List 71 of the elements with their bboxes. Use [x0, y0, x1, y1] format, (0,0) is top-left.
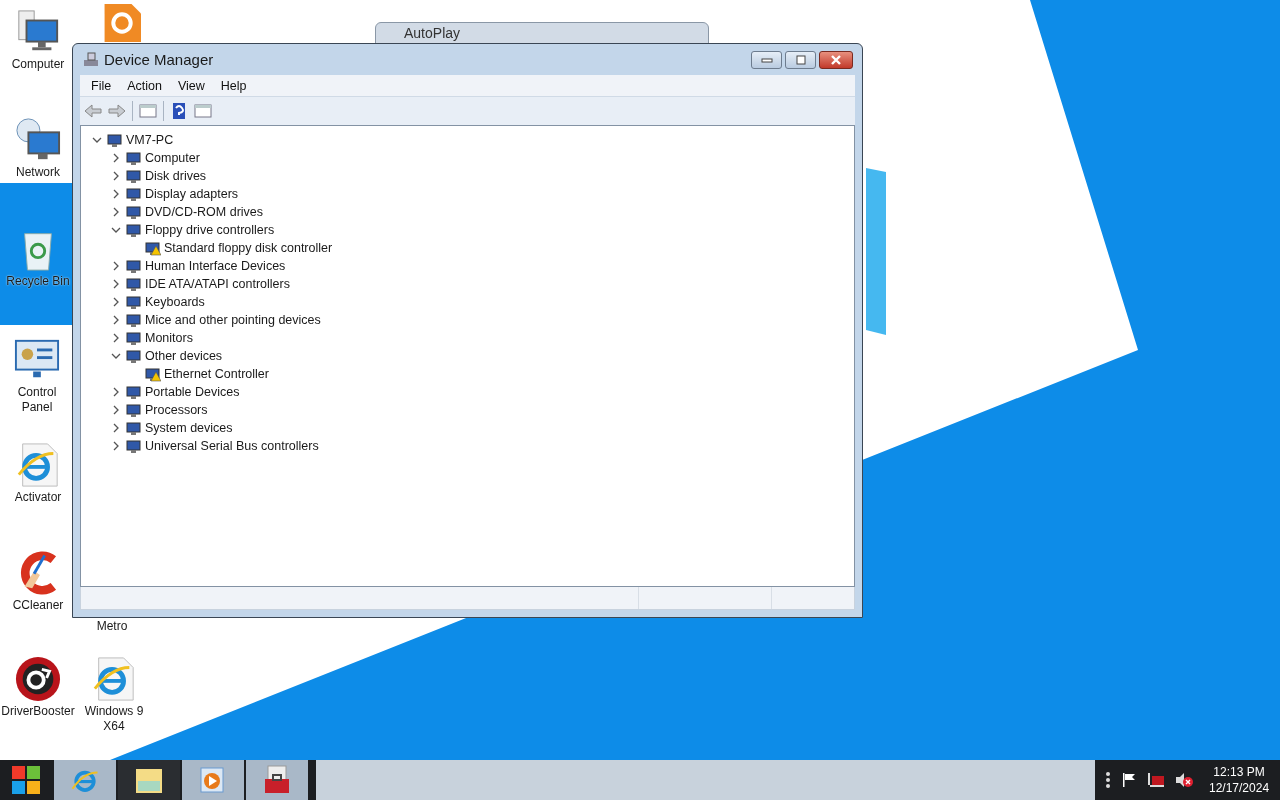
- menu-item[interactable]: File: [84, 76, 119, 95]
- menu-item[interactable]: View: [170, 76, 212, 95]
- window-title: AutoPlay: [404, 25, 461, 41]
- tree-item[interactable]: Ethernet Controller: [164, 367, 269, 381]
- gear-icon[interactable]: [15, 656, 61, 702]
- tree-item[interactable]: Display adapters: [145, 187, 239, 201]
- chevron-icon[interactable]: [112, 297, 120, 307]
- chevron-icon[interactable]: [112, 315, 120, 325]
- network-icon[interactable]: [1147, 772, 1165, 788]
- help-icon[interactable]: [170, 103, 188, 119]
- icon-label[interactable]: Network: [16, 165, 60, 180]
- icon-label[interactable]: Computer: [11, 57, 65, 72]
- tree-item[interactable]: Floppy drive controllers: [145, 223, 275, 237]
- flag-icon[interactable]: [1121, 772, 1137, 788]
- tree-item[interactable]: Portable Devices: [145, 385, 240, 399]
- chevron-icon[interactable]: [112, 261, 120, 271]
- folder-button[interactable]: [118, 760, 180, 800]
- chevron-icon[interactable]: [112, 441, 120, 451]
- windows-logo-icon: [11, 765, 41, 795]
- chevron-icon[interactable]: [112, 153, 120, 163]
- chevron-icon[interactable]: [111, 352, 121, 360]
- tree-item[interactable]: Other devices: [145, 349, 223, 363]
- clock-time[interactable]: 12:13 PM: [1213, 764, 1265, 780]
- chevron-icon[interactable]: [112, 189, 120, 199]
- tree-item[interactable]: IDE ATA/ATAPI controllers: [145, 277, 290, 291]
- chevron-icon[interactable]: [112, 171, 120, 181]
- browser-icon[interactable]: [91, 656, 137, 702]
- icon-label[interactable]: Metro: [96, 619, 128, 634]
- tree-item[interactable]: Computer: [145, 151, 200, 165]
- chevron-icon[interactable]: [112, 207, 120, 217]
- chevron-icon[interactable]: [112, 279, 120, 289]
- tree-item[interactable]: Monitors: [145, 331, 193, 345]
- close-button[interactable]: [819, 50, 853, 69]
- maximize-button[interactable]: [785, 50, 816, 69]
- tree-item[interactable]: Keyboards: [145, 295, 205, 309]
- chevron-icon[interactable]: [111, 226, 121, 234]
- icon-label[interactable]: Control Panel: [2, 385, 72, 415]
- tree-item[interactable]: DVD/CD-ROM drives: [145, 205, 264, 219]
- close-icon: [830, 54, 842, 65]
- icon-label[interactable]: Recycle Bin: [6, 274, 70, 289]
- tree-item[interactable]: Processors: [145, 403, 208, 417]
- chevron-icon[interactable]: [92, 136, 102, 144]
- tree-item[interactable]: Mice and other pointing devices: [145, 313, 321, 327]
- muted-speaker-icon[interactable]: [1175, 772, 1193, 788]
- tree-item[interactable]: Disk drives: [145, 169, 207, 183]
- more-icon[interactable]: [1105, 771, 1111, 789]
- minimize-button[interactable]: [751, 50, 782, 69]
- icon-label[interactable]: Windows 9 X64: [76, 704, 152, 734]
- tree-item[interactable]: Standard floppy disk controller: [164, 241, 333, 255]
- clock-date[interactable]: 12/17/2024: [1209, 780, 1270, 796]
- tree-item[interactable]: System devices: [145, 421, 233, 435]
- tree-item[interactable]: Universal Serial Bus controllers: [145, 439, 319, 453]
- chevron-icon[interactable]: [112, 387, 120, 397]
- toolbox-icon: [262, 765, 292, 795]
- device-icon: [107, 132, 123, 148]
- chevron-icon[interactable]: [112, 423, 120, 433]
- minimize-icon: [760, 56, 773, 63]
- toolbox-button[interactable]: [246, 760, 308, 800]
- icon-label[interactable]: Activator: [14, 490, 62, 505]
- menu-item[interactable]: Help: [213, 76, 254, 95]
- chevron-icon[interactable]: [112, 405, 120, 415]
- menu-item[interactable]: Action: [120, 76, 169, 95]
- browser-icon[interactable]: [15, 442, 61, 488]
- window-title: Device Manager: [104, 51, 214, 68]
- icon-label[interactable]: DriverBooster: [1, 704, 75, 719]
- chevron-icon[interactable]: [112, 333, 120, 343]
- icon-label[interactable]: CCleaner: [12, 598, 64, 613]
- tree-item[interactable]: VM7-PC: [126, 133, 174, 147]
- maximize-icon: [794, 54, 807, 65]
- tree-item[interactable]: Human Interface Devices: [145, 259, 286, 273]
- computer-icon: [83, 51, 99, 68]
